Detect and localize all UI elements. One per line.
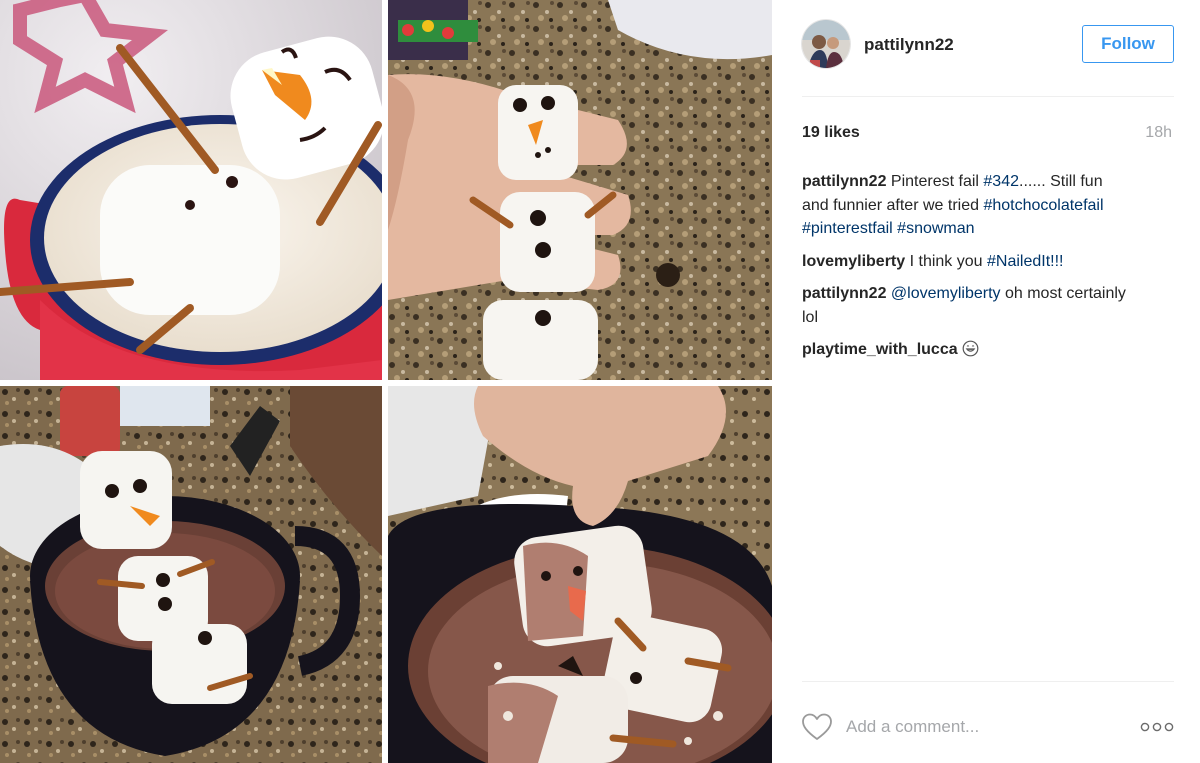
photo-tile-snowman-hand <box>388 0 772 380</box>
post-sidebar: pattilynn22 Follow 19 likes 18h pattilyn… <box>772 0 1200 763</box>
heart-outline-icon[interactable] <box>802 713 832 741</box>
comment-username[interactable]: lovemyliberty <box>802 253 905 270</box>
hashtag-link[interactable]: #snowman <box>897 220 974 237</box>
post-username[interactable]: pattilynn22 <box>864 35 954 55</box>
header-divider <box>802 96 1174 97</box>
comment-item: playtime_with_lucca <box>802 338 1132 362</box>
photo-tile-snowman-cocoa <box>0 386 382 763</box>
comment-bar <box>802 705 1174 749</box>
post-photo[interactable] <box>0 0 772 763</box>
comment-username[interactable]: pattilynn22 <box>802 173 886 190</box>
comment-text: I think you <box>905 252 987 270</box>
comment-item: pattilynn22 @lovemyliberty oh most certa… <box>802 282 1132 329</box>
comment-text: Pinterest fail <box>886 173 984 190</box>
mention-link[interactable]: @lovemyliberty <box>891 285 1001 302</box>
hashtag-link[interactable]: #pinterestfail <box>802 220 893 237</box>
post-timestamp[interactable]: 18h <box>1145 124 1172 142</box>
comment-username[interactable]: playtime_with_lucca <box>802 341 958 358</box>
hashtag-link[interactable]: #NailedIt!!! <box>987 253 1063 270</box>
post-header: pattilynn22 Follow <box>802 20 1174 72</box>
photo-tile-snowman-mug <box>0 0 382 380</box>
photo-tile-snowman-melting <box>388 386 772 763</box>
footer-divider <box>802 681 1174 682</box>
comment-username[interactable]: pattilynn22 <box>802 285 886 302</box>
more-options-icon[interactable] <box>1140 718 1174 736</box>
follow-button[interactable]: Follow <box>1082 25 1174 63</box>
comment-input[interactable] <box>846 713 1116 741</box>
avatar[interactable] <box>802 20 850 68</box>
comments-list: pattilynn22 Pinterest fail #342...... St… <box>802 170 1132 371</box>
comment-item: pattilynn22 Pinterest fail #342...... St… <box>802 170 1132 241</box>
likes-count[interactable]: 19 likes <box>802 124 860 142</box>
hashtag-link[interactable]: #342 <box>983 173 1019 190</box>
hashtag-link[interactable]: #hotchocolatefail <box>983 197 1103 214</box>
comment-item: lovemyliberty I think you #NailedIt!!! <box>802 250 1132 274</box>
profile-photo-avatar-icon <box>802 20 850 68</box>
grinning-face-emoji-icon <box>962 340 979 357</box>
